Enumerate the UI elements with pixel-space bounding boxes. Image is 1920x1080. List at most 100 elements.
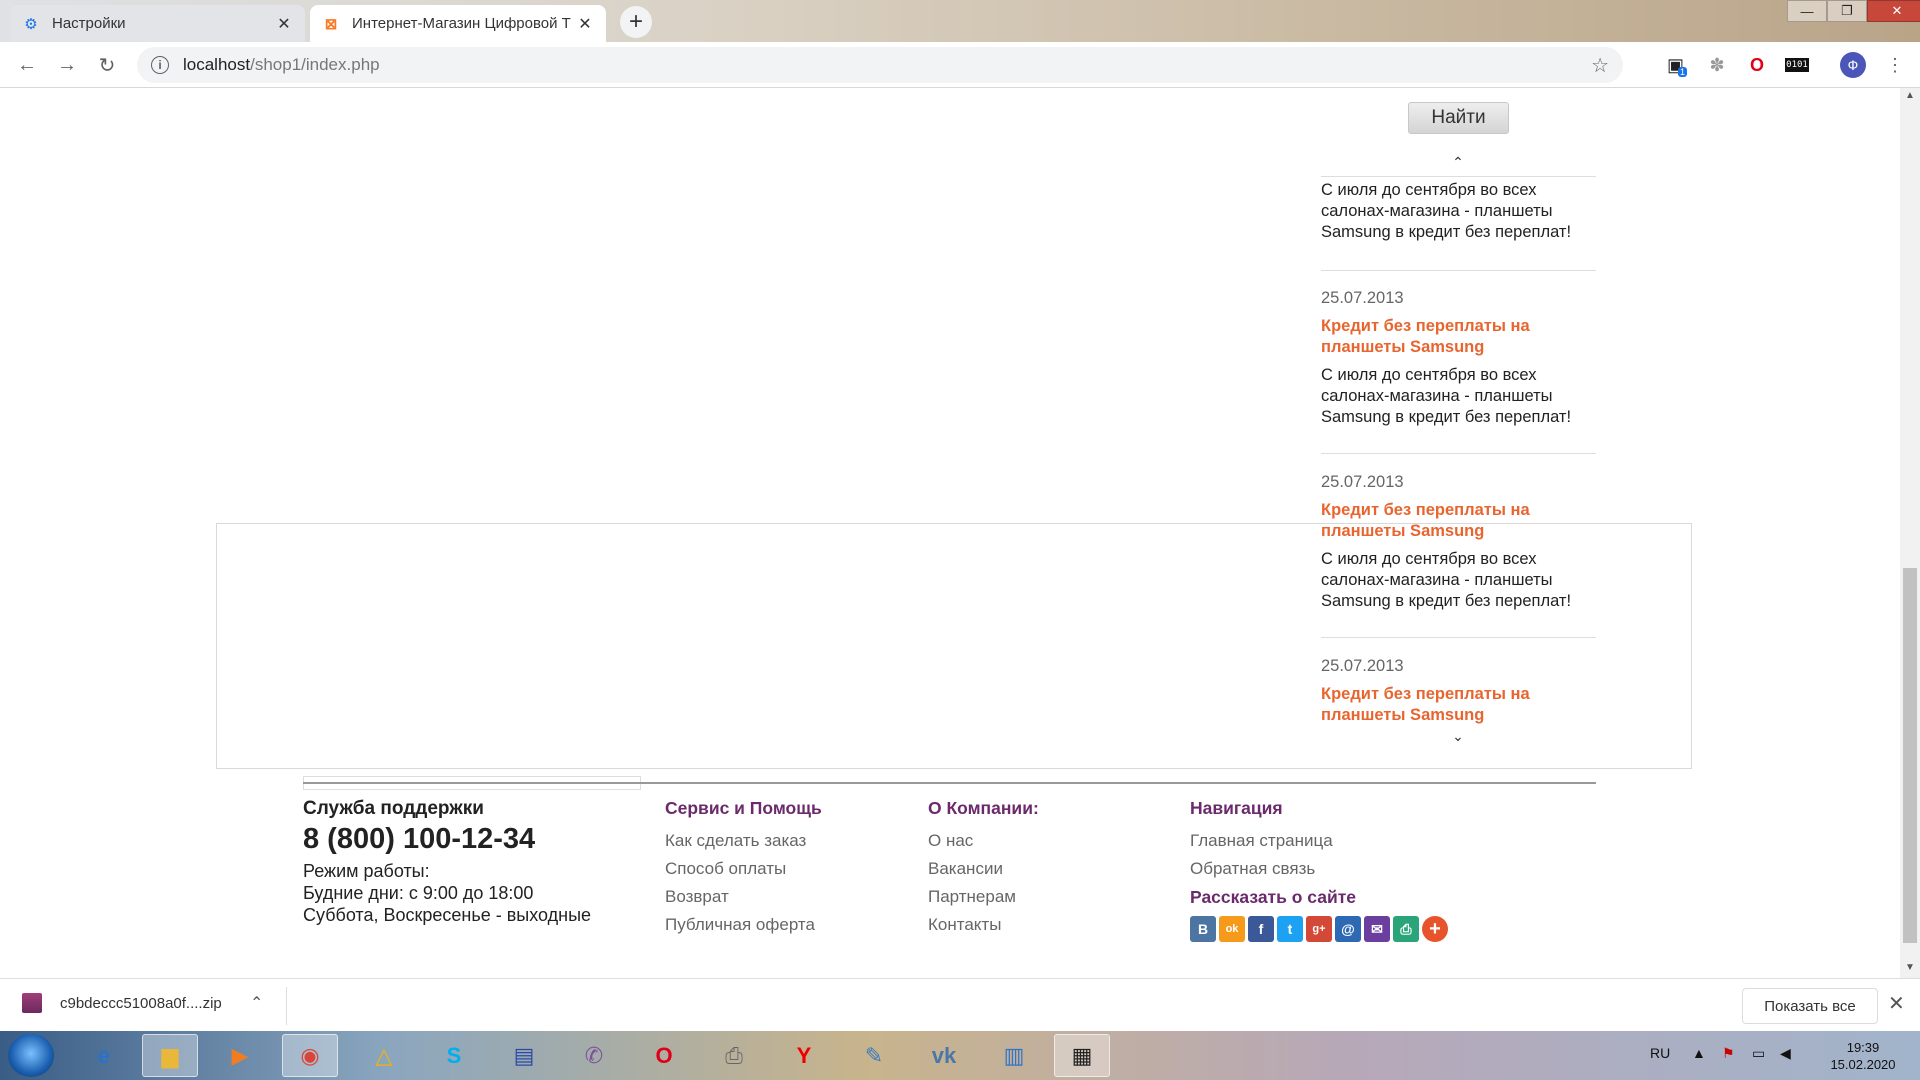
address-bar[interactable]: i localhost/shop1/index.php ☆ xyxy=(137,47,1623,83)
company-link[interactable]: Вакансии xyxy=(928,858,1039,879)
company-link[interactable]: Контакты xyxy=(928,914,1039,935)
window-close-button[interactable]: ✕ xyxy=(1867,0,1920,22)
extension-box-icon[interactable]: ▣ 1 xyxy=(1662,50,1692,80)
tab-shop[interactable]: ⊠ Интернет-Магазин Цифровой Т ✕ xyxy=(310,5,606,42)
footer-support: Служба поддержки 8 (800) 100-12-34 Режим… xyxy=(303,798,591,926)
support-phone: 8 (800) 100-12-34 xyxy=(303,823,536,855)
service-link[interactable]: Публичная оферта xyxy=(665,914,822,935)
show-all-button[interactable]: Показать все xyxy=(1742,988,1878,1024)
aimp-icon[interactable]: △ xyxy=(356,1034,412,1077)
tab-settings[interactable]: ⚙ Настройки ✕ xyxy=(10,5,305,42)
share-buttons: B ok f t g+ @ ✉ ⎙ + xyxy=(1190,916,1451,942)
media-player-icon[interactable]: ▶ xyxy=(212,1034,268,1077)
maximize-button[interactable]: ❐ xyxy=(1827,0,1867,22)
yandex-icon[interactable]: Y xyxy=(776,1034,832,1077)
scrollbar-thumb[interactable] xyxy=(1903,568,1917,943)
reload-button[interactable]: ↻ xyxy=(92,50,122,80)
twitter-share-icon[interactable]: t xyxy=(1277,916,1303,942)
close-icon[interactable]: ✕ xyxy=(275,14,293,34)
scroll-down-arrow-icon[interactable]: ▼ xyxy=(1900,962,1920,973)
page-scrollbar[interactable]: ▲ ▼ xyxy=(1900,88,1920,978)
gear-icon: ⚙ xyxy=(24,15,38,33)
download-filename: c9bdeccc51008a0f....zip xyxy=(60,994,222,1012)
bookmark-star-icon[interactable]: ☆ xyxy=(1591,53,1609,78)
print-share-icon[interactable]: ⎙ xyxy=(1393,916,1419,942)
extension-paw-icon[interactable]: ✽ xyxy=(1702,50,1732,80)
facebook-share-icon[interactable]: f xyxy=(1248,916,1274,942)
close-icon[interactable]: ✕ xyxy=(576,14,594,34)
hours-weekend: Суббота, Воскресенье - выходные xyxy=(303,905,592,925)
language-indicator[interactable]: RU xyxy=(1650,1045,1670,1061)
tray-expand-icon[interactable]: ▲ xyxy=(1692,1045,1706,1061)
minimize-button[interactable]: — xyxy=(1787,0,1827,22)
scroll-up-arrow-icon[interactable]: ▲ xyxy=(1900,90,1920,101)
company-link[interactable]: О нас xyxy=(928,830,1039,851)
email-share-icon[interactable]: ✉ xyxy=(1364,916,1390,942)
floppy-save-icon[interactable]: ▤ xyxy=(496,1034,552,1077)
news-separator xyxy=(1321,270,1596,271)
action-center-icon[interactable]: ⚑ xyxy=(1722,1045,1735,1062)
news-separator xyxy=(1321,453,1596,454)
profile-avatar[interactable]: Ф xyxy=(1840,52,1866,78)
menu-kebab-icon[interactable]: ⋮ xyxy=(1880,50,1910,80)
share-title: Рассказать о сайте xyxy=(1190,887,1357,907)
back-button[interactable]: ← xyxy=(12,50,42,80)
vk-icon[interactable]: vk xyxy=(916,1034,972,1077)
start-button[interactable] xyxy=(8,1034,54,1077)
googleplus-share-icon[interactable]: g+ xyxy=(1306,916,1332,942)
video-editor-icon[interactable]: ▦ xyxy=(1054,1034,1110,1077)
system-clock[interactable]: 19:39 15.02.2020 xyxy=(1818,1039,1908,1073)
service-link[interactable]: Возврат xyxy=(665,886,822,907)
network-icon[interactable]: ▭ xyxy=(1752,1045,1765,1062)
archive-file-icon xyxy=(22,993,42,1013)
xampp-icon: ⊠ xyxy=(324,15,338,33)
binary-label: 0101 xyxy=(1785,58,1809,72)
paint-icon[interactable]: ✎ xyxy=(846,1034,902,1077)
tab-label: Настройки xyxy=(52,15,126,32)
service-link[interactable]: Как сделать заказ xyxy=(665,830,822,851)
forward-button[interactable]: → xyxy=(52,50,82,80)
chevron-up-icon[interactable]: ⌃ xyxy=(250,993,263,1013)
explorer-folder-icon[interactable]: ▆ xyxy=(142,1034,198,1077)
site-info-icon[interactable]: i xyxy=(151,56,169,74)
odnoklassniki-share-icon[interactable]: ok xyxy=(1219,916,1245,942)
window-controls: — ❐ ✕ xyxy=(1787,0,1920,22)
book-reader-icon[interactable]: ▥ xyxy=(986,1034,1042,1077)
opera-vpn-icon[interactable]: O xyxy=(1742,50,1772,80)
clock-time: 19:39 xyxy=(1846,1040,1880,1055)
service-title: Сервис и Помощь xyxy=(665,798,822,818)
navigation-link[interactable]: Обратная связь xyxy=(1190,858,1451,879)
download-separator xyxy=(286,987,287,1025)
news-date: 25.07.2013 xyxy=(1321,473,1404,491)
skype-icon[interactable]: S xyxy=(426,1034,482,1077)
extension-binary-icon[interactable]: 0101 xyxy=(1782,50,1812,80)
news-date: 25.07.2013 xyxy=(1321,289,1404,307)
footer-company: О Компании: О нас Вакансии Партнерам Кон… xyxy=(928,798,1039,942)
more-share-icon[interactable]: + xyxy=(1422,916,1448,942)
navigation-title: Навигация xyxy=(1190,798,1283,818)
windows-taskbar: e ▆ ▶ ◉ △ S ▤ ✆ O ⎙ Y ✎ vk ▥ ▦ RU ▲ ⚑ ▭ … xyxy=(0,1031,1920,1080)
news-item: С июля до сентября во всех салонах-магаз… xyxy=(1321,180,1596,243)
browser-toolbar: ← → ↻ i localhost/shop1/index.php ☆ ▣ 1 ✽… xyxy=(0,42,1920,88)
close-download-bar-icon[interactable]: ✕ xyxy=(1888,991,1905,1016)
fax-printer-icon[interactable]: ⎙ xyxy=(706,1034,762,1077)
ie-icon[interactable]: e xyxy=(76,1034,132,1077)
news-title-link[interactable]: Кредит без переплаты на планшеты Samsung xyxy=(1321,316,1596,358)
news-desc: С июля до сентября во всех салонах-магаз… xyxy=(1321,366,1572,426)
vk-share-icon[interactable]: B xyxy=(1190,916,1216,942)
download-item[interactable]: c9bdeccc51008a0f....zip xyxy=(22,993,222,1013)
company-link[interactable]: Партнерам xyxy=(928,886,1039,907)
navigation-link[interactable]: Главная страница xyxy=(1190,830,1451,851)
chrome-icon[interactable]: ◉ xyxy=(282,1034,338,1077)
news-item: 25.07.2013 Кредит без переплаты на планш… xyxy=(1321,288,1596,428)
volume-icon[interactable]: ◀ xyxy=(1780,1045,1791,1062)
viber-icon[interactable]: ✆ xyxy=(566,1034,622,1077)
opera-icon[interactable]: O xyxy=(636,1034,692,1077)
service-link[interactable]: Способ оплаты xyxy=(665,858,822,879)
new-tab-button[interactable]: + xyxy=(620,6,652,38)
hours-label: Режим работы: xyxy=(303,861,430,881)
search-button[interactable]: Найти xyxy=(1408,102,1509,134)
news-scroll-up-icon[interactable]: ⌃ xyxy=(1450,154,1466,171)
mailru-share-icon[interactable]: @ xyxy=(1335,916,1361,942)
news-desc: С июля до сентября во всех салонах-магаз… xyxy=(1321,181,1572,241)
